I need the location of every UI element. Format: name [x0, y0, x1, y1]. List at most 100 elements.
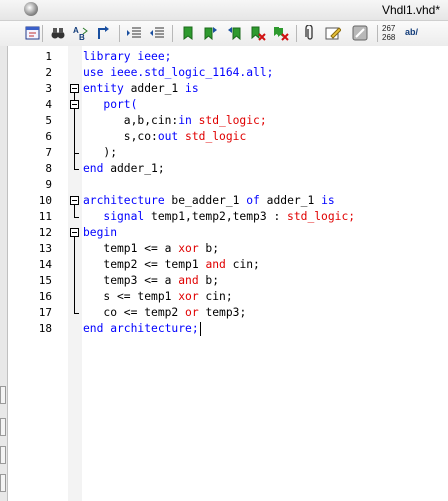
code-line[interactable]: use ieee.std_logic_1164.all;: [83, 65, 273, 81]
fold-collapse-icon[interactable]: [70, 196, 79, 205]
fold-guide: [74, 109, 75, 153]
find-icon[interactable]: [50, 25, 66, 41]
code-line[interactable]: library ieee;: [83, 49, 171, 65]
app-icon[interactable]: [24, 2, 38, 16]
strip-button[interactable]: [0, 474, 6, 492]
code-keyword: architecture: [83, 194, 165, 207]
code-text: temp1 <= a: [83, 242, 179, 255]
line-number: 17: [38, 306, 52, 319]
line-number: 1: [45, 50, 52, 63]
document-title: Vhdl1.vhd*: [381, 3, 440, 17]
code-text: adder_1;: [103, 162, 165, 175]
fold-margin: [68, 46, 82, 501]
position-line-1: 267: [382, 24, 396, 33]
goto-icon[interactable]: [96, 25, 112, 41]
unindent-icon[interactable]: [149, 25, 165, 41]
code-line[interactable]: port(: [83, 97, 137, 113]
code-line[interactable]: s,co:out std_logic: [83, 129, 246, 145]
strip-button[interactable]: [0, 418, 6, 436]
code-text: cin;: [198, 290, 233, 303]
code-text: be_adder_1: [164, 194, 247, 207]
code-line[interactable]: temp3 <= a and b;: [83, 273, 219, 289]
code-operator: std_logic: [178, 130, 247, 143]
toolbar-separator: [296, 25, 297, 42]
code-operator: std_logic;: [287, 210, 356, 223]
code-line[interactable]: temp2 <= temp1 and cin;: [83, 257, 260, 273]
code-text: b;: [198, 242, 220, 255]
code-text: temp3;: [198, 306, 247, 319]
code-operator: and: [205, 258, 226, 271]
code-operator: or: [185, 306, 199, 319]
code-keyword: end: [83, 162, 104, 175]
fold-guide: [74, 205, 75, 217]
code-line[interactable]: s <= temp1 xor cin;: [83, 289, 233, 305]
code-operator: xor: [178, 290, 199, 303]
code-keyword: in: [178, 114, 192, 127]
bookmark-clear-all-icon[interactable]: [273, 25, 289, 41]
ab-button[interactable]: ab/: [405, 27, 418, 37]
cursor-position-readout: 267 268: [382, 24, 395, 42]
code-text: adder_1: [259, 194, 322, 207]
code-line[interactable]: begin: [83, 225, 117, 241]
code-text: a,b,cin:: [83, 114, 179, 127]
tool-icon[interactable]: [352, 25, 368, 41]
code-text: temp2 <= temp1: [83, 258, 206, 271]
code-line[interactable]: a,b,cin:in std_logic;: [83, 113, 267, 129]
line-number: 14: [38, 258, 52, 271]
code-keyword: library ieee;: [83, 50, 172, 63]
code-keyword: entity: [83, 82, 124, 95]
code-text: s,co:: [83, 130, 158, 143]
code-keyword: is: [321, 194, 335, 207]
code-text: cin;: [225, 258, 260, 271]
code-line[interactable]: );: [83, 145, 117, 161]
code-keyword: use ieee.std_logic_1164.all;: [83, 66, 274, 79]
fold-collapse-icon[interactable]: [70, 228, 79, 237]
code-text: s <= temp1: [83, 290, 179, 303]
strip-button[interactable]: [0, 446, 6, 464]
code-operator: xor: [178, 242, 199, 255]
code-editor[interactable]: 1 2 3 4 5 6 7 8 9 10 11 12 13 14 15 16 17 18 library ieee…: [8, 46, 448, 501]
outer-window-strip: [0, 46, 8, 501]
line-number-gutter: 1 2 3 4 5 6 7 8 9 10 11 12 13 14 15 16 17 18: [8, 46, 68, 501]
strip-arrow-button[interactable]: [0, 386, 6, 404]
line-number: 9: [45, 178, 52, 191]
bookmark-prev-icon[interactable]: [227, 25, 243, 41]
code-line[interactable]: architecture be_adder_1 of adder_1 is: [83, 193, 335, 209]
code-keyword: is: [185, 82, 199, 95]
title-bar: Vhdl1.vhd*: [0, 0, 448, 21]
code-line[interactable]: temp1 <= a xor b;: [83, 241, 219, 257]
indent-icon[interactable]: [126, 25, 142, 41]
new-doc-icon[interactable]: [25, 25, 41, 41]
fold-collapse-icon[interactable]: [70, 84, 79, 93]
line-number: 15: [38, 274, 52, 287]
replace-icon[interactable]: AB: [73, 25, 89, 41]
line-number: 12: [38, 226, 52, 239]
fold-guide: [74, 237, 75, 313]
code-text: temp3 <= a: [83, 274, 179, 287]
line-number: 2: [45, 66, 52, 79]
fold-guide-end: [74, 153, 79, 154]
fold-guide-end: [74, 217, 79, 218]
code-line[interactable]: entity adder_1 is: [83, 81, 199, 97]
line-number: 4: [45, 98, 52, 111]
code-keyword: port(: [83, 98, 138, 111]
line-number: 7: [45, 146, 52, 159]
code-text: );: [83, 146, 118, 159]
code-keyword: out: [157, 130, 179, 143]
line-number: 3: [45, 82, 52, 95]
code-line[interactable]: end architecture;: [83, 321, 199, 337]
code-text: adder_1: [123, 82, 186, 95]
code-line[interactable]: signal temp1,temp2,temp3 : std_logic;: [83, 209, 355, 225]
code-line[interactable]: co <= temp2 or temp3;: [83, 305, 246, 321]
fold-collapse-icon[interactable]: [70, 100, 79, 109]
line-number: 13: [38, 242, 52, 255]
edit-icon[interactable]: [325, 25, 341, 41]
clip-icon[interactable]: [302, 25, 318, 41]
bookmark-clear-icon[interactable]: [250, 25, 266, 41]
code-keyword: end architecture;: [83, 322, 199, 335]
bookmark-next-icon[interactable]: [202, 25, 218, 41]
bookmark-toggle-icon[interactable]: [180, 25, 196, 41]
code-line[interactable]: end adder_1;: [83, 161, 165, 177]
line-number: 10: [38, 194, 52, 207]
toolbar-separator: [42, 25, 43, 42]
